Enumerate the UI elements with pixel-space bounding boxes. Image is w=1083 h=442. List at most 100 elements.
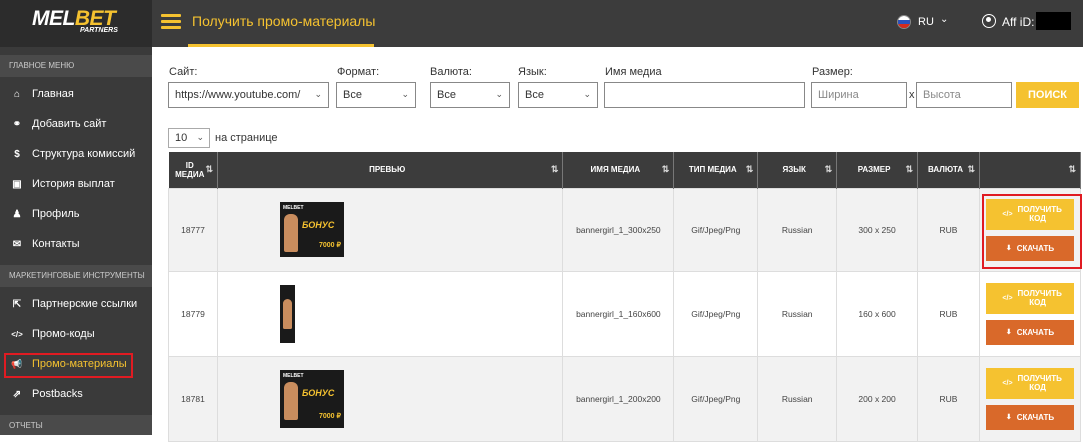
cell-currency: RUB xyxy=(917,270,980,357)
dollar-icon: $ xyxy=(14,148,20,160)
col-header-actions[interactable]: ⇅ xyxy=(979,152,1082,188)
chevron-down-icon: ⌄ xyxy=(583,89,591,99)
sidebar-item-profile[interactable]: ♟ Профиль xyxy=(0,199,152,229)
title-underline xyxy=(188,44,374,47)
media-name-input[interactable] xyxy=(604,82,805,108)
cell-media-type: Gif/Jpeg/Png xyxy=(673,355,759,442)
share-icon: ⇗ xyxy=(12,388,22,400)
per-page-label: на странице xyxy=(215,132,278,144)
sidebar-item-label: Postbacks xyxy=(32,388,83,400)
sort-icon[interactable]: ⇅ xyxy=(662,164,670,175)
sidebar-item-label: Профиль xyxy=(32,208,80,220)
get-code-button[interactable]: </> ПОЛУЧИТЬ КОД xyxy=(985,367,1074,399)
sidebar-item-label: История выплат xyxy=(32,178,115,190)
cell-currency: RUB xyxy=(917,355,980,442)
col-header-size[interactable]: РАЗМЕР ⇅ xyxy=(836,152,919,188)
sidebar-item-contacts[interactable]: ✉ Контакты xyxy=(0,229,152,259)
banner-preview-image[interactable]: MELBET БОНУС 7000 ₽ xyxy=(279,202,344,257)
cell-id: 18777 xyxy=(168,187,218,272)
chevron-down-icon: ⌄ xyxy=(196,132,204,142)
media-table: ID МЕДИА ⇅ ПРЕВЬЮ ⇅ ИМЯ МЕДИА ⇅ ТИП МЕДИА ⇅ … xyxy=(168,152,1082,442)
home-icon: ⌂ xyxy=(13,88,21,100)
sidebar-item-payouts[interactable]: ▣ История выплат xyxy=(0,169,152,199)
format-label: Формат: xyxy=(337,66,380,78)
language-select[interactable]: Все ⌄ xyxy=(518,82,598,108)
sort-icon[interactable]: ⇅ xyxy=(967,164,975,175)
chevron-down-icon: ⌄ xyxy=(314,89,322,99)
col-header-media-name[interactable]: ИМЯ МЕДИА ⇅ xyxy=(562,152,675,188)
sidebar-item-add-site[interactable]: ⚭ Добавить сайт xyxy=(0,109,152,139)
currency-select[interactable]: Все ⌄ xyxy=(430,82,510,108)
cell-language: Russian xyxy=(757,355,838,442)
col-header-media-type[interactable]: ТИП МЕДИА ⇅ xyxy=(673,152,759,188)
sort-icon[interactable]: ⇅ xyxy=(1068,164,1076,175)
user-circle-icon[interactable] xyxy=(982,14,996,28)
external-link-icon: ⇱ xyxy=(12,298,22,310)
sidebar-item-partner-links[interactable]: ⇱ Партнерские ссылки xyxy=(0,289,152,319)
col-header-preview[interactable]: ПРЕВЬЮ ⇅ xyxy=(217,152,564,188)
width-input[interactable]: Ширина xyxy=(811,82,907,108)
cell-media-type: Gif/Jpeg/Png xyxy=(673,187,759,272)
sidebar-item-home[interactable]: ⌂ Главная xyxy=(0,79,152,109)
hamburger-menu-icon[interactable] xyxy=(161,14,181,30)
col-header-id[interactable]: ID МЕДИА ⇅ xyxy=(168,152,218,188)
format-select-value: Все xyxy=(343,89,362,101)
aff-id-redacted xyxy=(1036,12,1071,30)
sort-icon[interactable]: ⇅ xyxy=(825,164,833,175)
sort-icon[interactable]: ⇅ xyxy=(205,164,213,175)
download-button[interactable]: ⬇ СКАЧАТЬ xyxy=(985,319,1074,345)
table-row: 18777 MELBET БОНУС 7000 ₽ bannergirl_1_300… xyxy=(168,187,1082,272)
topbar: Получить промо-материалы RU ⌄ Aff iD: xyxy=(152,0,1083,47)
cell-size: 200 x 200 xyxy=(836,355,919,442)
currency-select-value: Все xyxy=(437,89,456,101)
sort-icon[interactable]: ⇅ xyxy=(905,164,913,175)
format-select[interactable]: Все ⌄ xyxy=(336,82,416,108)
download-button[interactable]: ⬇ СКАЧАТЬ xyxy=(985,404,1074,430)
cell-media-type: Gif/Jpeg/Png xyxy=(673,270,759,357)
envelope-icon: ✉ xyxy=(12,238,22,250)
sort-icon[interactable]: ⇅ xyxy=(551,164,559,175)
table-row: 18781 MELBET БОНУС 7000 ₽ bannergirl_1_200… xyxy=(168,355,1082,442)
cell-language: Russian xyxy=(757,187,838,272)
logo-subtitle: PARTNERS xyxy=(80,27,118,34)
sidebar-item-label: Промо-коды xyxy=(32,328,95,340)
chevron-down-icon: ⌄ xyxy=(401,89,409,99)
sidebar-item-postbacks[interactable]: ⇗ Postbacks xyxy=(0,379,152,409)
sidebar: MELBET PARTNERS ГЛАВНОЕ МЕНЮ ⌂ Главная ⚭ Д… xyxy=(0,0,152,435)
page-title: Получить промо-материалы xyxy=(192,13,376,29)
cell-media-name: bannergirl_1_300x250 xyxy=(562,187,675,272)
site-select[interactable]: https://www.youtube.com/ ⌄ xyxy=(168,82,329,108)
currency-label: Валюта: xyxy=(430,66,472,78)
highlight-box xyxy=(982,194,1082,269)
sort-icon[interactable]: ⇅ xyxy=(746,164,754,175)
search-button[interactable]: ПОИСК xyxy=(1016,82,1079,108)
chevron-down-icon: ⌄ xyxy=(495,89,503,99)
sidebar-item-label: Добавить сайт xyxy=(32,118,107,130)
banner-preview-image[interactable]: MELBET БОНУС 7000 ₽ xyxy=(279,369,344,428)
table-header-row: ID МЕДИА ⇅ ПРЕВЬЮ ⇅ ИМЯ МЕДИА ⇅ ТИП МЕДИА ⇅ … xyxy=(168,152,1082,188)
cell-preview: MELBET БОНУС 7000 ₽ xyxy=(216,187,564,272)
brand-logo[interactable]: MELBET PARTNERS xyxy=(0,0,152,47)
logo-text-left: MEL xyxy=(32,7,75,30)
col-header-language[interactable]: ЯЗЫК ⇅ xyxy=(757,152,838,188)
language-selector[interactable]: RU xyxy=(918,16,934,28)
size-separator: x xyxy=(909,89,915,101)
height-input[interactable]: Высота xyxy=(916,82,1012,108)
table-row: 18779 bannergirl_1_160x600 Gif/Jpeg/Png … xyxy=(168,270,1082,357)
cell-media-name: bannergirl_1_200x200 xyxy=(562,355,675,442)
cell-preview xyxy=(216,270,564,357)
sidebar-item-promo-codes[interactable]: </> Промо-коды xyxy=(0,319,152,349)
code-icon: </> xyxy=(1002,294,1013,302)
cell-language: Russian xyxy=(757,270,838,357)
get-code-button[interactable]: </> ПОЛУЧИТЬ КОД xyxy=(985,282,1074,314)
col-header-currency[interactable]: ВАЛЮТА ⇅ xyxy=(917,152,980,188)
sidebar-item-label: Главная xyxy=(32,88,74,100)
russia-flag-icon[interactable] xyxy=(897,15,911,29)
media-name-label: Имя медиа xyxy=(605,66,662,78)
per-page-select[interactable]: 10 ⌄ xyxy=(168,128,210,148)
section-main-menu: ГЛАВНОЕ МЕНЮ xyxy=(0,55,152,77)
sidebar-item-commission[interactable]: $ Структура комиссий xyxy=(0,139,152,169)
aff-id-label: Aff iD: xyxy=(1002,15,1035,29)
banner-preview-image[interactable] xyxy=(279,284,295,343)
chevron-down-icon[interactable]: ⌄ xyxy=(940,14,948,25)
